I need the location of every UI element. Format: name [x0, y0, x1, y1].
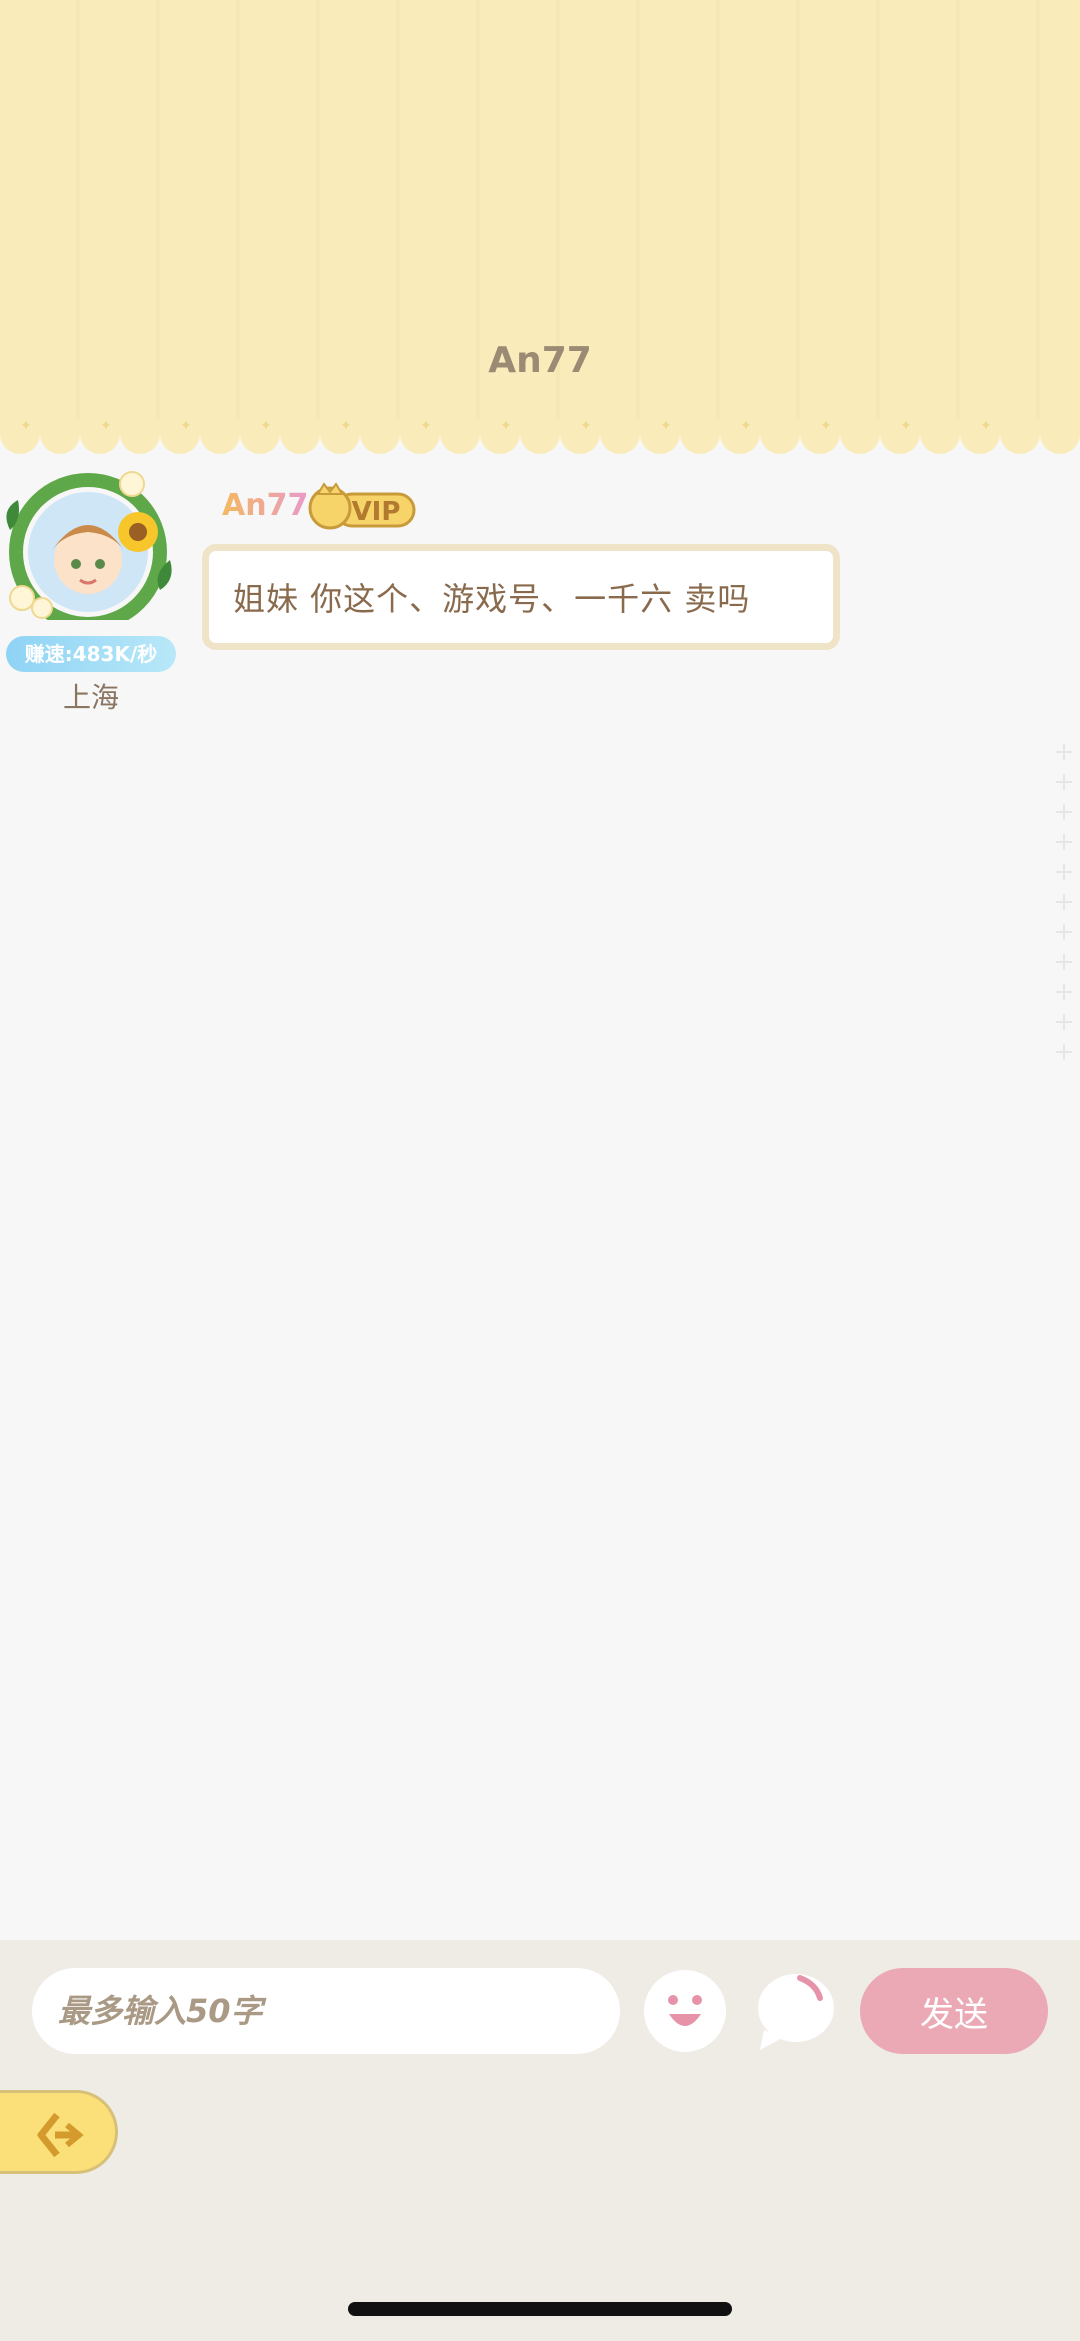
vip-label: VIP [352, 497, 401, 527]
emoji-button[interactable] [644, 1970, 726, 2052]
svg-text:✦: ✦ [180, 420, 192, 434]
message-bubble[interactable]: 姐妹 你这个、游戏号、一千六 卖吗 [202, 544, 840, 650]
svg-text:✦: ✦ [100, 420, 112, 434]
composer-bar: 发送 [0, 1940, 1080, 2341]
quick-phrase-button[interactable] [756, 1970, 836, 2052]
speech-bubble-icon [758, 1974, 834, 2050]
chat-header: An77 ✦ ✦ ✦ ✦ ✦ ✦ ✦ ✦ ✦ ✦ ✦ ✦ ✦ [0, 0, 1080, 460]
send-button[interactable]: 发送 [860, 1968, 1048, 2054]
svg-text:✦: ✦ [660, 420, 672, 434]
back-button[interactable] [0, 2090, 118, 2174]
svg-text:✦: ✦ [980, 420, 992, 434]
home-indicator[interactable] [348, 2302, 732, 2316]
svg-text:✦: ✦ [900, 420, 912, 434]
svg-text:✦: ✦ [260, 420, 272, 434]
avatar[interactable] [0, 470, 180, 620]
svg-text:✦: ✦ [820, 420, 832, 434]
sparkle-decoration [1056, 744, 1072, 1060]
svg-text:✦: ✦ [20, 420, 32, 434]
chat-screen: An77 ✦ ✦ ✦ ✦ ✦ ✦ ✦ ✦ ✦ ✦ ✦ ✦ ✦ 赚速:483K/秒… [0, 0, 1080, 2341]
sender-name[interactable]: An77 [222, 488, 308, 523]
svg-text:✦: ✦ [340, 420, 352, 434]
message-list[interactable]: 赚速:483K/秒 上海 An77 VIP 姐妹 你这个、游戏号、一千六 卖吗 [0, 460, 1080, 1940]
back-arrow-icon [37, 2112, 84, 2158]
scallop-border: ✦ ✦ ✦ ✦ ✦ ✦ ✦ ✦ ✦ ✦ ✦ ✦ ✦ [0, 420, 1080, 460]
svg-text:✦: ✦ [420, 420, 432, 434]
smiley-icon [668, 1995, 702, 2026]
sender-location: 上海 [62, 681, 119, 714]
speed-badge: 赚速:483K/秒 [6, 636, 176, 672]
message-input[interactable] [32, 1968, 620, 2054]
header-title: An77 [488, 340, 592, 381]
vip-badge: VIP [308, 482, 416, 530]
message-text: 姐妹 你这个、游戏号、一千六 卖吗 [233, 580, 751, 618]
svg-text:✦: ✦ [580, 420, 592, 434]
svg-text:✦: ✦ [500, 420, 512, 434]
svg-text:✦: ✦ [740, 420, 752, 434]
